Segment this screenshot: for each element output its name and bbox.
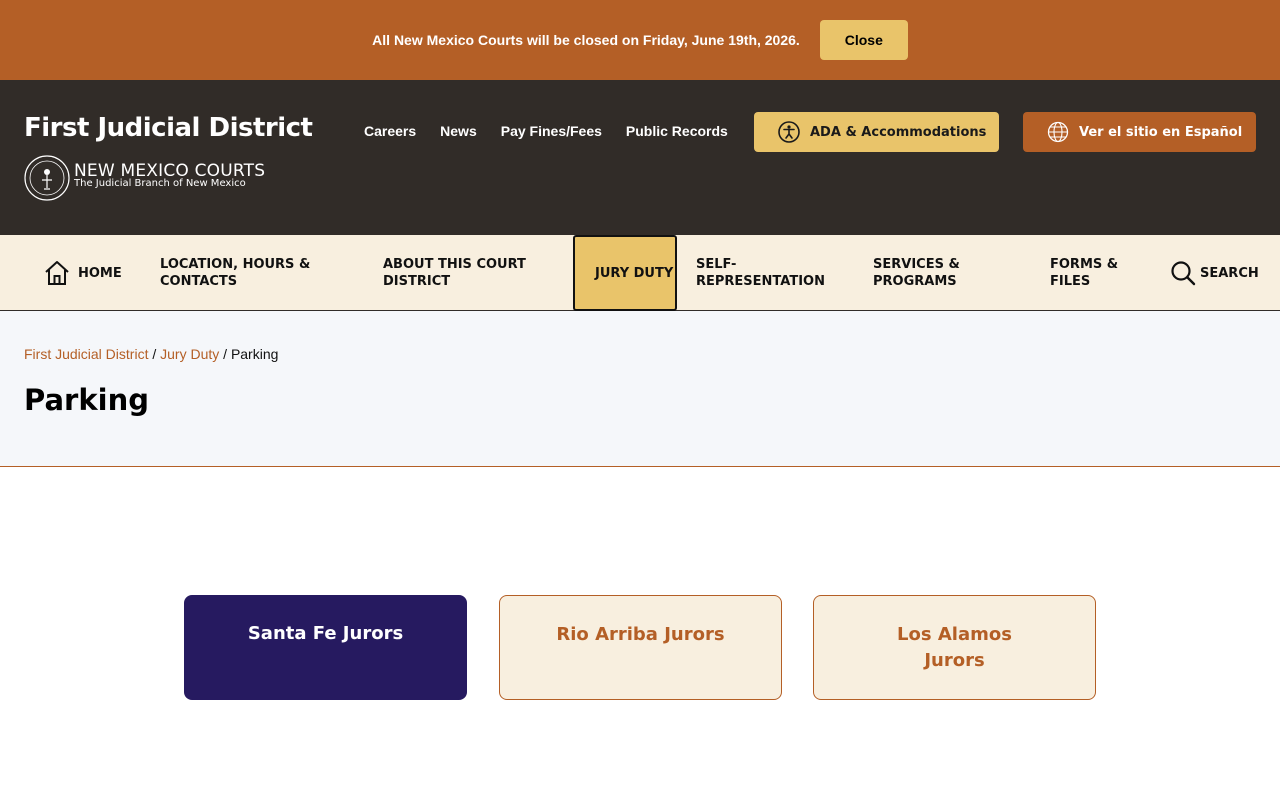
nav-home[interactable]: HOME (44, 235, 122, 311)
ada-accommodations-button[interactable]: ADA & Accommodations (754, 112, 999, 152)
home-icon (45, 261, 69, 285)
alert-banner: All New Mexico Courts will be closed on … (0, 0, 1280, 80)
breadcrumb-current: Parking (230, 346, 279, 362)
site-title[interactable]: First Judicial District (24, 113, 313, 143)
news-link[interactable]: News (440, 123, 477, 139)
page-header: First Judicial District / Jury Duty / Pa… (0, 311, 1280, 467)
spanish-button-label: Ver el sitio en Español (1079, 124, 1243, 140)
nav-home-label: HOME (78, 265, 122, 281)
search-icon (1171, 261, 1196, 286)
ada-button-label: ADA & Accommodations (810, 124, 987, 140)
breadcrumb-home-link[interactable]: First Judicial District (24, 346, 148, 362)
card-label: Rio Arriba Jurors (556, 624, 725, 645)
careers-link[interactable]: Careers (364, 123, 416, 139)
card-label: Santa Fe Jurors (247, 623, 404, 644)
nav-search-label: SEARCH (1200, 265, 1259, 281)
nav-about-court-district[interactable]: ABOUT THIS COURT DISTRICT (383, 235, 563, 311)
public-records-link[interactable]: Public Records (626, 123, 728, 139)
pay-fines-link[interactable]: Pay Fines/Fees (501, 123, 602, 139)
court-seal-icon (24, 155, 70, 201)
breadcrumb-separator: / (152, 346, 157, 362)
site-header: First Judicial District NEW MEXICO COURT… (0, 80, 1280, 235)
nav-location-hours-contacts[interactable]: LOCATION, HOURS & CONTACTS (160, 235, 340, 311)
brand-tagline: The Judicial Branch of New Mexico (74, 178, 246, 189)
rio-arriba-jurors-card[interactable]: Rio Arriba Jurors (499, 595, 782, 700)
spanish-site-button[interactable]: Ver el sitio en Español (1023, 112, 1256, 152)
nav-self-representation[interactable]: SELF-REPRESENTATION (696, 235, 846, 311)
nav-forms-files[interactable]: FORMS & FILES (1050, 235, 1150, 311)
nav-services-programs[interactable]: SERVICES & PROGRAMS (873, 235, 1003, 311)
globe-icon (1047, 121, 1069, 143)
page-title: Parking (24, 383, 149, 417)
breadcrumb-jury-duty-link[interactable]: Jury Duty (160, 346, 219, 362)
main-nav: HOME LOCATION, HOURS & CONTACTS ABOUT TH… (0, 235, 1280, 311)
card-label: Los Alamos Jurors (897, 624, 1012, 671)
alert-close-button[interactable]: Close (819, 20, 908, 60)
breadcrumb: First Judicial District / Jury Duty / Pa… (24, 346, 278, 362)
los-alamos-jurors-card[interactable]: Los Alamos Jurors (813, 595, 1096, 700)
utility-nav: Careers News Pay Fines/Fees Public Recor… (364, 123, 728, 139)
santa-fe-jurors-card[interactable]: Santa Fe Jurors (184, 595, 467, 700)
accessibility-icon (778, 121, 800, 143)
breadcrumb-separator: / (223, 346, 228, 362)
nav-search[interactable]: SEARCH (1170, 235, 1259, 311)
alert-message: All New Mexico Courts will be closed on … (372, 32, 800, 48)
nav-jury-duty[interactable]: JURY DUTY (573, 235, 677, 311)
